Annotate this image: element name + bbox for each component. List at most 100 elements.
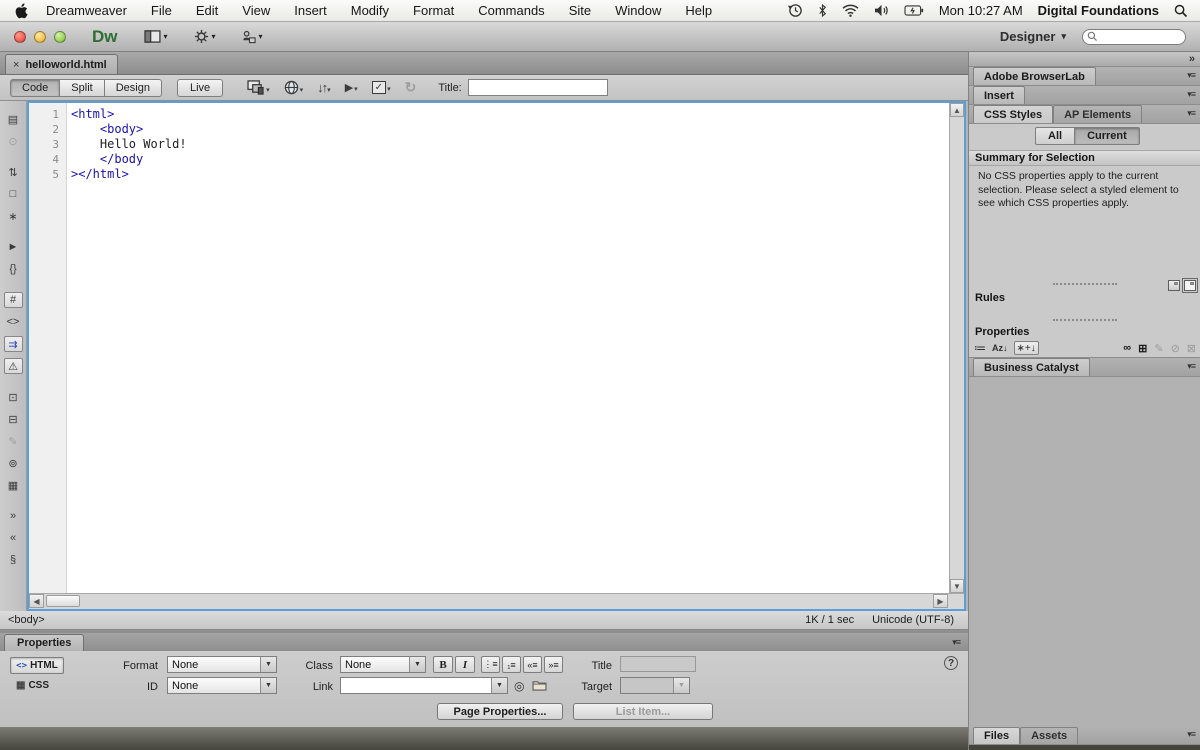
menu-item[interactable]: Help <box>685 3 712 18</box>
format-source-code-icon[interactable]: § <box>4 552 23 568</box>
remove-comment-icon[interactable]: ⊟ <box>4 411 23 427</box>
menubar-clock[interactable]: Mon 10:27 AM <box>939 3 1023 18</box>
zoom-window-button[interactable] <box>54 31 66 43</box>
extend-dreamweaver-button[interactable]: ▾ <box>194 29 216 44</box>
bold-button[interactable]: B <box>433 656 453 673</box>
outdent-code-icon[interactable]: « <box>4 530 23 546</box>
html-properties-button[interactable]: <> HTML <box>10 657 64 674</box>
open-documents-icon[interactable]: ▤ <box>4 111 23 127</box>
file-management-button[interactable]: ↓↑ ▾ <box>317 80 331 95</box>
code-line[interactable]: 4 </body <box>29 152 948 167</box>
business-catalyst-panel-tab[interactable]: Business Catalyst <box>973 358 1090 376</box>
current-mode-button[interactable]: Current <box>1074 127 1140 145</box>
page-properties-button[interactable]: Page Properties... <box>437 703 563 720</box>
panel-menu-icon[interactable]: ▾≡ <box>1187 108 1195 119</box>
menu-item[interactable]: Insert <box>294 3 327 18</box>
code-line[interactable]: 3 Hello World! <box>29 137 948 152</box>
recent-snippets-icon[interactable]: ⊚ <box>4 455 23 471</box>
ap-elements-panel-tab[interactable]: AP Elements <box>1053 105 1142 123</box>
show-list-view-icon[interactable]: Az↓ <box>992 343 1008 353</box>
vertical-scrollbar[interactable]: ▲ ▼ <box>949 103 964 593</box>
menu-item[interactable]: View <box>242 3 270 18</box>
scroll-left-icon[interactable]: ◀ <box>29 594 44 608</box>
format-dropdown[interactable]: None ▼ <box>167 656 277 673</box>
section-resize-handle[interactable] <box>969 282 1200 286</box>
code-view-button[interactable]: Code <box>10 79 60 97</box>
attach-stylesheet-icon[interactable]: ∞ <box>1123 342 1131 354</box>
scroll-right-icon[interactable]: ▶ <box>933 594 948 608</box>
workspace-switcher[interactable]: Designer ▾ <box>1000 29 1066 44</box>
browserlab-panel-tab[interactable]: Adobe BrowserLab <box>973 67 1096 85</box>
syntax-error-alerts-icon[interactable]: ⚠ <box>4 358 23 374</box>
new-css-rule-icon[interactable]: ⊞ <box>1138 342 1147 355</box>
horizontal-scrollbar[interactable]: ◀ ▶ <box>29 593 964 609</box>
panel-menu-icon[interactable]: ▾≡ <box>1187 729 1195 740</box>
help-search-input[interactable] <box>1082 29 1186 45</box>
code-line[interactable]: 1 <html> <box>29 107 948 122</box>
show-category-view-icon[interactable]: ≔ <box>974 341 986 355</box>
browse-folder-icon[interactable] <box>532 679 547 694</box>
help-icon[interactable]: ? <box>944 656 958 670</box>
validate-markup-button[interactable]: ✓ ▾ <box>372 81 391 94</box>
menu-item[interactable]: File <box>151 3 172 18</box>
select-parent-tag-icon[interactable]: ► <box>4 239 23 255</box>
unordered-list-button[interactable]: ⋮≡ <box>481 656 500 673</box>
menu-item[interactable]: Commands <box>478 3 544 18</box>
layout-switcher-button[interactable]: ▾ <box>144 30 168 43</box>
point-to-file-icon[interactable]: ◎ <box>514 679 524 693</box>
scrollbar-thumb[interactable] <box>46 595 80 607</box>
css-styles-panel-tab[interactable]: CSS Styles <box>973 105 1053 123</box>
class-dropdown[interactable]: None ▼ <box>340 656 426 673</box>
link-input[interactable]: ▼ <box>340 677 508 694</box>
insert-panel-tab[interactable]: Insert <box>973 86 1025 104</box>
ordered-list-button[interactable]: ₁≡ <box>502 656 521 673</box>
bluetooth-icon[interactable] <box>818 3 827 18</box>
close-window-button[interactable] <box>14 31 26 43</box>
live-view-options-button[interactable]: ▶ ▾ <box>345 81 358 94</box>
move-convert-css-icon[interactable]: ▦ <box>4 477 23 493</box>
menu-item[interactable]: Window <box>615 3 661 18</box>
outdent-button[interactable]: «≡ <box>523 656 542 673</box>
menu-item[interactable]: Site <box>569 3 591 18</box>
italic-button[interactable]: I <box>455 656 475 673</box>
code-line[interactable]: 2 <body> <box>29 122 948 137</box>
wrap-tag-icon[interactable]: ✎ <box>4 433 23 449</box>
apple-menu-icon[interactable] <box>14 3 28 19</box>
code-line[interactable]: 5 ></html> <box>29 167 948 182</box>
indent-code-icon[interactable]: » <box>4 508 23 524</box>
live-view-button[interactable]: Live <box>177 79 223 97</box>
collapse-full-tag-icon[interactable]: ⇅ <box>4 164 23 180</box>
line-numbers-icon[interactable]: # <box>4 292 23 308</box>
tag-selector-body[interactable]: <body> <box>8 614 45 626</box>
spotlight-icon[interactable] <box>1174 4 1188 18</box>
properties-panel-tab[interactable]: Properties <box>4 634 84 651</box>
minimize-window-button[interactable] <box>34 31 46 43</box>
battery-icon[interactable] <box>904 5 924 16</box>
id-dropdown[interactable]: None ▼ <box>167 677 277 694</box>
code-editor[interactable]: 1 <html> 2 <body> 3 Hello World! 4 </bod… <box>27 101 966 611</box>
scroll-up-icon[interactable]: ▲ <box>950 103 964 117</box>
panel-menu-icon[interactable]: ▾≡ <box>1187 70 1195 81</box>
multiscreen-preview-button[interactable]: ▾ <box>247 80 270 95</box>
site-management-button[interactable]: ▾ <box>242 30 263 44</box>
css-properties-button[interactable]: ▦ CSS <box>16 680 49 691</box>
menu-item[interactable]: Modify <box>351 3 389 18</box>
menu-item[interactable]: Dreamweaver <box>46 3 127 18</box>
panel-menu-icon[interactable]: ▾≡ <box>1187 89 1195 100</box>
time-machine-icon[interactable] <box>788 3 803 18</box>
menubar-account[interactable]: Digital Foundations <box>1038 3 1159 18</box>
close-tab-icon[interactable]: × <box>13 59 19 71</box>
menu-item[interactable]: Edit <box>196 3 218 18</box>
wifi-icon[interactable] <box>842 4 859 17</box>
files-panel-tab[interactable]: Files <box>973 727 1020 744</box>
balance-braces-icon[interactable]: {} <box>4 261 23 277</box>
split-view-button[interactable]: Split <box>60 79 104 97</box>
panel-menu-icon[interactable]: ▾≡ <box>952 637 960 648</box>
panel-menu-icon[interactable]: ▾≡ <box>1187 361 1195 372</box>
highlight-invalid-code-icon[interactable]: <> <box>4 314 23 330</box>
section-resize-handle[interactable] <box>969 318 1200 322</box>
expand-all-icon[interactable]: ∗ <box>4 208 23 224</box>
assets-panel-tab[interactable]: Assets <box>1020 727 1078 744</box>
show-set-properties-icon[interactable]: ∗+↓ <box>1014 341 1039 355</box>
document-title-input[interactable] <box>468 79 608 96</box>
